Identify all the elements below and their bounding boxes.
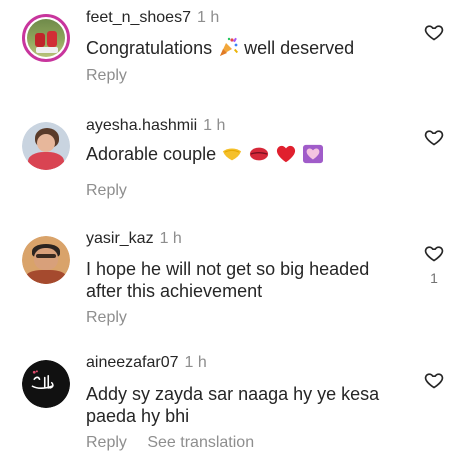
comment-text-line-1: Addy sy zayda sar naaga hy ye kesa [86,384,380,404]
avatar[interactable] [22,14,70,62]
comment-text-line-2: after this achievement [86,281,263,301]
comment-text: Adorable couple [86,143,324,169]
comment-meta: yasir_kaz 1 h [86,230,182,248]
comment-text: Congratulations well deserved [86,36,354,63]
comment-time: 1 h [196,9,220,26]
yellow-heart-icon [221,144,243,169]
reply-button[interactable]: Reply [86,182,127,199]
comment-text-line-2: paeda hy bhi [86,406,190,426]
username[interactable]: feet_n_shoes7 [86,9,191,26]
like-heart-icon[interactable] [424,243,444,263]
comment-meta: feet_n_shoes7 1 h [86,9,219,27]
username[interactable]: ayesha.hashmii [86,117,197,134]
avatar[interactable] [22,122,70,170]
party-popper-icon [217,36,239,63]
comment-time: 1 h [184,354,207,371]
comment-text-line-1: I hope he will not get so big headed [86,259,370,279]
comment-actions: Reply [86,309,143,327]
like-heart-icon[interactable] [424,370,444,390]
comment-time: 1 h [203,117,226,134]
reply-button[interactable]: Reply [86,309,127,326]
kiss-mark-icon [248,144,270,169]
comment-time: 1 h [159,230,182,247]
heart-decoration-icon [302,144,324,169]
like-count: 1 [430,270,438,286]
comment-actions: Reply See translation [86,434,270,452]
comment-actions: Reply [86,67,143,85]
see-translation-button[interactable]: See translation [147,434,254,451]
comment-meta: aineezafar07 1 h [86,354,207,372]
like-heart-icon[interactable] [424,22,444,42]
comment-meta: ayesha.hashmii 1 h [86,117,225,135]
avatar[interactable] [22,360,70,408]
username[interactable]: yasir_kaz [86,230,154,247]
red-heart-icon [275,144,297,169]
username[interactable]: aineezafar07 [86,354,179,371]
reply-button[interactable]: Reply [86,434,127,451]
like-heart-icon[interactable] [424,127,444,147]
avatar[interactable] [22,236,70,284]
reply-button[interactable]: Reply [86,67,127,84]
comment-actions: Reply [86,182,143,200]
